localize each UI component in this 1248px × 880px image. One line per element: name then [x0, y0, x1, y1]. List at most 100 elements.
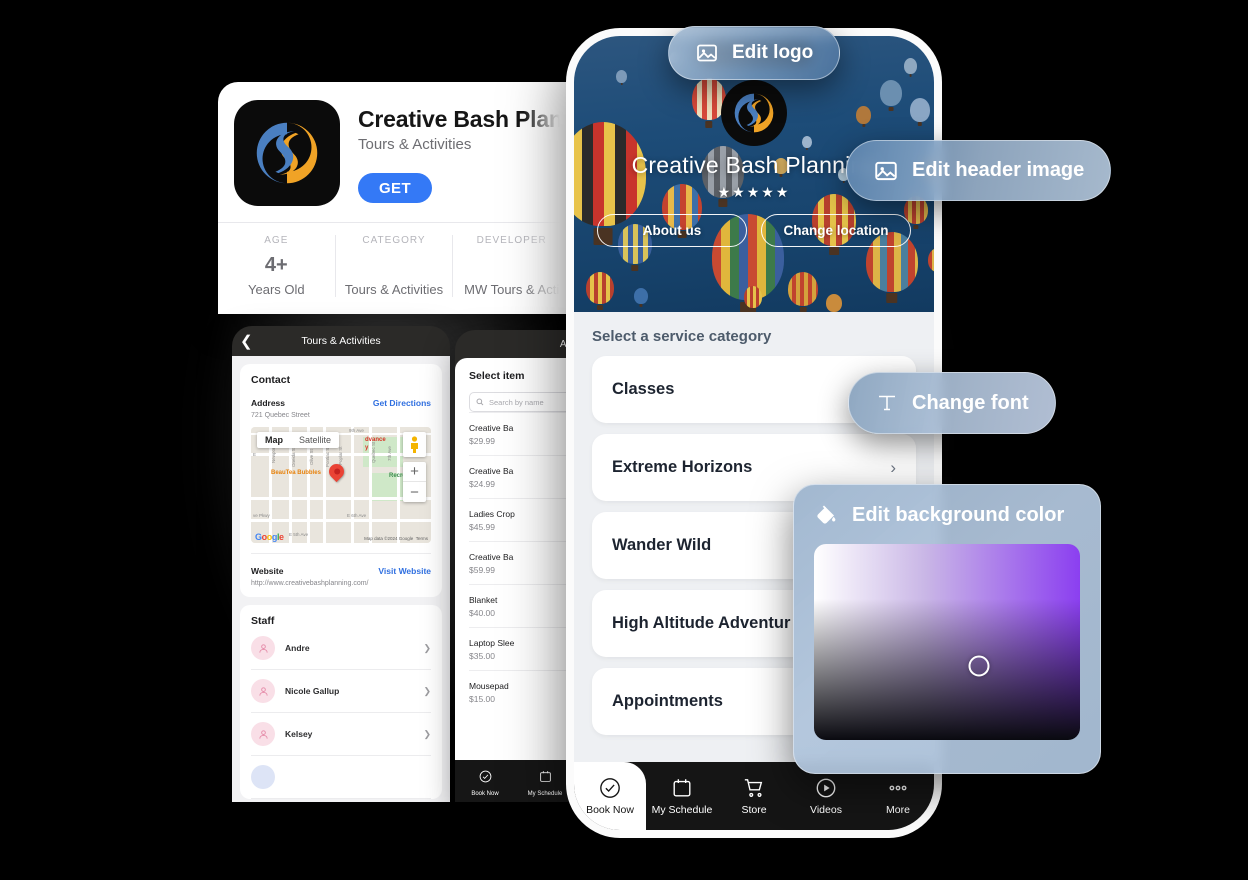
tab-book-now[interactable]: Book Now	[574, 762, 646, 830]
poi-advance: dvance	[365, 437, 386, 443]
chevron-right-icon: ❯	[423, 728, 431, 739]
item-price: $24.99	[469, 479, 495, 489]
app-logo-icon	[256, 122, 318, 184]
header-buttons: About us Change location	[574, 214, 934, 247]
terms-link[interactable]: Terms	[416, 536, 428, 541]
image-icon	[873, 158, 899, 184]
change-location-button[interactable]: Change location	[761, 214, 911, 247]
item-name: Ladies Crop	[469, 509, 515, 519]
nav-title: Tours & Activities	[301, 335, 381, 347]
app-logo-icon	[734, 93, 774, 133]
color-selector-handle[interactable]	[968, 655, 990, 677]
map-zoom-controls[interactable]: + −	[403, 462, 426, 502]
address-label: Address	[251, 398, 286, 408]
street-label: Quebec St	[371, 441, 376, 463]
stat-label: AGE	[264, 235, 289, 246]
left-phone-navbar: ❮ Tours & Activities	[232, 326, 450, 356]
section-title: Select a service category	[592, 328, 772, 345]
street-label: 7th Ave	[387, 446, 392, 461]
item-row[interactable]: Laptop Slee $35.00	[469, 627, 575, 670]
edit-background-color-panel[interactable]: Edit background color	[793, 484, 1101, 774]
back-chevron-icon[interactable]: ❮	[240, 334, 253, 349]
app-store-header: Creative Bash Planning Tours & Activitie…	[218, 82, 570, 206]
item-row[interactable]: Creative Ba $29.99	[469, 412, 575, 455]
stat-age: AGE 4+ Years Old	[218, 235, 336, 297]
stat-note: MW Tours & Acti	[464, 282, 560, 297]
tab-label: Store	[741, 803, 767, 816]
tab-book-now[interactable]: Book Now	[455, 770, 515, 797]
pegman-icon[interactable]	[403, 432, 426, 457]
item-price: $15.00	[469, 694, 495, 704]
stat-value: 4+	[264, 254, 288, 276]
item-price: $40.00	[469, 608, 495, 618]
text-format-icon	[875, 391, 899, 415]
zoom-in-button[interactable]: +	[403, 462, 426, 482]
address-row: Address Get Directions	[251, 398, 431, 408]
item-name: Blanket	[469, 595, 498, 605]
calendar-icon	[673, 778, 691, 796]
calendar-icon	[539, 770, 551, 782]
category-name: Extreme Horizons	[612, 458, 753, 476]
map-widget[interactable]: Newport St Oneida St Olive St Pontiac St…	[251, 427, 431, 543]
street-label: E 6th Ave	[347, 513, 367, 518]
staff-list-item[interactable]: Kelsey ❯	[251, 713, 431, 756]
zoom-out-button[interactable]: −	[403, 482, 426, 502]
edit-logo-label: Edit logo	[732, 42, 814, 63]
contact-card: Contact Address Get Directions 721 Quebe…	[240, 364, 442, 597]
item-row[interactable]: Blanket $40.00	[469, 584, 575, 627]
street-view-control[interactable]	[403, 432, 426, 457]
tab-store[interactable]: Store	[718, 762, 790, 830]
item-row[interactable]: Mousepad $15.00	[469, 670, 575, 713]
contact-heading: Contact	[251, 374, 291, 386]
chevron-right-icon: ›	[890, 457, 896, 477]
website-url: http://www.creativebashplanning.com/	[251, 580, 369, 587]
color-swatch-area[interactable]	[814, 544, 1080, 740]
tab-label: More	[886, 803, 910, 816]
staff-name: Andre	[285, 643, 310, 653]
staff-list-item-partial[interactable]	[251, 756, 431, 799]
edit-logo-button[interactable]: Edit logo	[668, 26, 841, 80]
avatar	[251, 679, 275, 703]
street-label: Pontiac St	[325, 446, 330, 467]
item-row[interactable]: Creative Ba $59.99	[469, 541, 575, 584]
stat-label: DEVELOPER	[476, 235, 547, 246]
staff-list-item[interactable]: Andre ❯	[251, 627, 431, 670]
map-type-toggle[interactable]: Map Satellite	[257, 432, 340, 448]
select-item-heading: Select item	[469, 370, 525, 382]
left-phone-body: Contact Address Get Directions 721 Quebe…	[232, 356, 450, 802]
street-label: E 5th Ave	[289, 532, 309, 537]
poi-advance-2: y	[365, 445, 369, 451]
search-field[interactable]: Search by name	[469, 392, 575, 412]
search-placeholder: Search by name	[489, 397, 544, 407]
business-logo	[721, 80, 787, 146]
category-name: High Altitude Adventur	[612, 614, 791, 632]
staff-name: Nicole Gallup	[285, 686, 340, 696]
google-logo: Google	[255, 532, 284, 542]
staff-name: Kelsey	[285, 729, 313, 739]
stat-label: CATEGORY	[362, 235, 426, 246]
tab-label: Book Now	[471, 790, 499, 797]
website-label: Website	[251, 566, 284, 576]
get-button[interactable]: GET	[358, 173, 432, 203]
get-directions-link[interactable]: Get Directions	[373, 398, 431, 408]
app-icon	[234, 100, 340, 206]
ellipsis-icon	[889, 785, 907, 790]
staff-heading: Staff	[251, 615, 275, 627]
satellite-tab[interactable]: Satellite	[291, 432, 339, 448]
app-name: Creative Bash Planning	[358, 106, 570, 132]
street-label: 9th Ave	[349, 428, 364, 433]
search-icon	[476, 398, 484, 406]
map-tab[interactable]: Map	[257, 432, 291, 448]
street-label: Oneida St	[291, 446, 296, 467]
item-row[interactable]: Ladies Crop $45.99	[469, 498, 575, 541]
item-name: Creative Ba	[469, 423, 514, 433]
stat-value	[459, 254, 564, 276]
change-font-button[interactable]: Change font	[848, 372, 1056, 434]
item-row[interactable]: Creative Ba $24.99	[469, 455, 575, 498]
visit-website-link[interactable]: Visit Website	[378, 566, 431, 576]
about-us-button[interactable]: About us	[597, 214, 747, 247]
tab-my-schedule[interactable]: My Schedule	[646, 762, 718, 830]
shopping-cart-icon	[744, 778, 763, 797]
edit-header-image-button[interactable]: Edit header image	[846, 140, 1112, 201]
staff-list-item[interactable]: Nicole Gallup ❯	[251, 670, 431, 713]
